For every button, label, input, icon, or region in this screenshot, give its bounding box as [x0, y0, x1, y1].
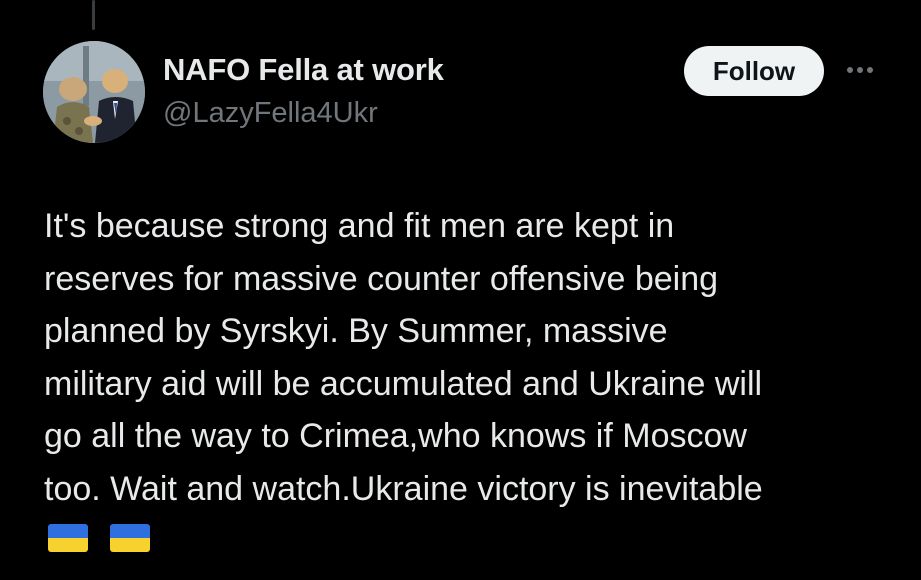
tweet-text-line: go all the way to Crimea,who knows if Mo…	[44, 417, 747, 455]
tweet-text-line: It's because strong and fit men are kept…	[44, 207, 675, 245]
tweet-text-line: military aid will be accumulated and Ukr…	[44, 364, 763, 403]
ukraine-flag-icon	[48, 524, 88, 552]
profile-avatar[interactable]	[43, 41, 145, 143]
tweet-text: It's because strong and fit men are kept…	[44, 200, 904, 515]
follow-button[interactable]: Follow	[684, 46, 824, 96]
author-handle[interactable]: @LazyFella4Ukr	[163, 97, 378, 130]
tweet-text-line: reserves for massive counter offensive b…	[44, 259, 719, 298]
thread-connector-line	[92, 0, 95, 30]
emoji-row	[48, 524, 150, 552]
more-horizontal-icon	[847, 67, 873, 73]
tweet-text-line: too. Wait and watch.Ukraine victory is i…	[44, 469, 763, 508]
tweet-text-line: planned by Syrskyi. By Summer, massive	[44, 312, 668, 350]
author-display-name[interactable]: NAFO Fella at work	[163, 52, 444, 88]
more-options-button[interactable]	[842, 56, 878, 84]
ukraine-flag-icon	[110, 524, 150, 552]
avatar-image-icon	[43, 41, 145, 143]
